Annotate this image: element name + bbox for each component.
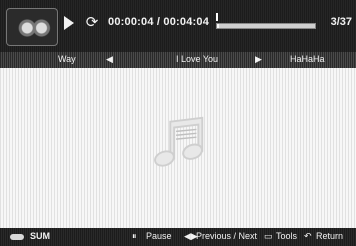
- progress-bar[interactable]: [216, 23, 316, 29]
- sum-label[interactable]: SUM: [30, 231, 50, 241]
- progress-fill: [217, 24, 219, 28]
- track-counter: 3/37: [330, 16, 352, 28]
- current-track-title: I Love You: [176, 54, 219, 64]
- time-display: 00:00:04 / 00:04:04: [108, 16, 210, 28]
- sum-key-icon: [10, 234, 24, 240]
- tools-label[interactable]: Tools: [276, 231, 297, 241]
- playback-control-bar: ⟳ 00:00:04 / 00:04:04 3/37: [0, 0, 356, 52]
- next-track-title[interactable]: HaHaHa: [290, 54, 325, 64]
- pause-label[interactable]: Pause: [146, 231, 172, 241]
- previous-next-label[interactable]: Previous / Next: [196, 231, 257, 241]
- left-arrow-icon[interactable]: ◀: [106, 54, 113, 65]
- progress-marker: [216, 13, 218, 21]
- pause-key-icon: ⏸: [132, 231, 137, 241]
- album-thumbnail[interactable]: [6, 8, 58, 46]
- return-icon: ↶: [304, 231, 312, 241]
- music-note-icon: [154, 116, 204, 167]
- repeat-icon[interactable]: ⟳: [84, 15, 100, 31]
- help-bar: SUM ⏸ Pause ◀▶ Previous / Next ▭ Tools ↶…: [0, 228, 356, 246]
- album-art-icon: [17, 19, 51, 37]
- return-label[interactable]: Return: [316, 231, 343, 241]
- play-icon[interactable]: [64, 16, 74, 30]
- music-player-screen: ⟳ 00:00:04 / 00:04:04 3/37 Way ◀ I Love …: [0, 0, 356, 246]
- tools-icon: ▭: [264, 231, 273, 241]
- right-arrow-icon[interactable]: ▶: [255, 54, 262, 65]
- now-playing-area: [0, 68, 356, 228]
- track-navigation-bar: Way ◀ I Love You ▶ HaHaHa: [0, 52, 356, 68]
- previous-track-title[interactable]: Way: [58, 54, 76, 64]
